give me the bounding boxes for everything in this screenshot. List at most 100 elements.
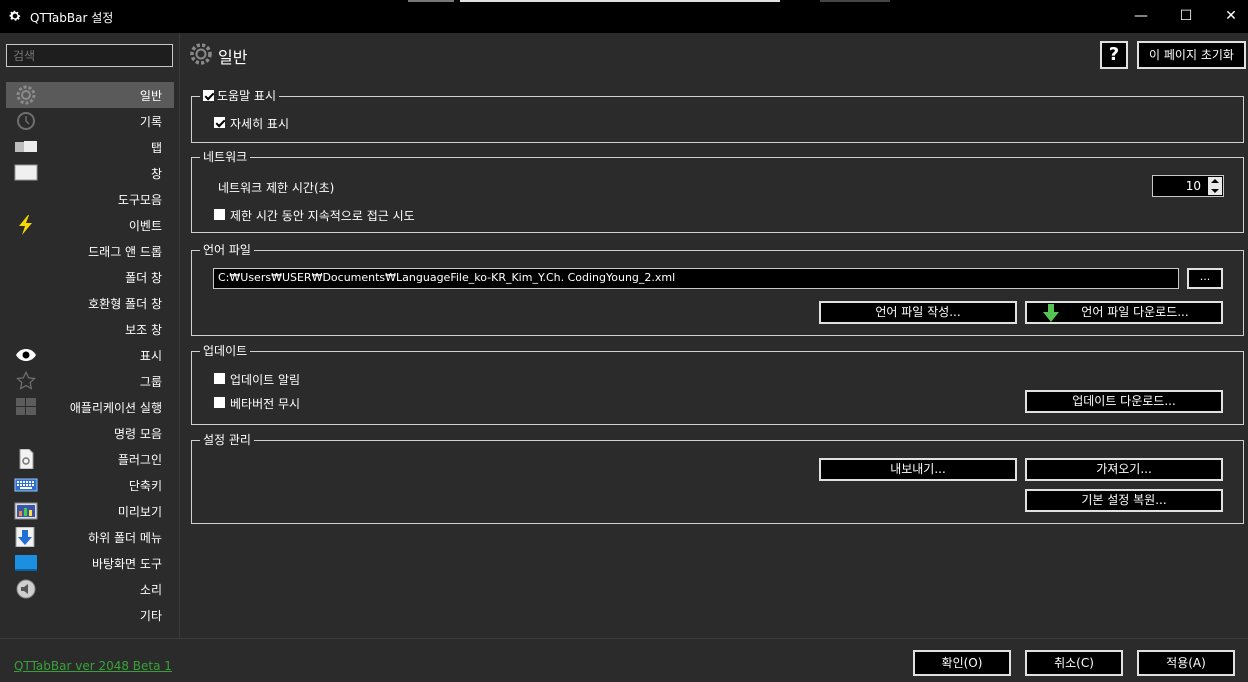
speaker-icon <box>14 579 38 599</box>
cancel-button[interactable]: 취소(C) <box>1025 650 1123 676</box>
language-group-legend: 언어 파일 <box>200 242 254 258</box>
sidebar-item-label: 단축키 <box>128 479 162 493</box>
sidebar-item-preview[interactable]: 미리보기 <box>6 498 174 524</box>
sidebar-item-groups[interactable]: 그룹 <box>6 368 174 394</box>
sidebar-item-label: 폴더 창 <box>125 271 162 285</box>
sidebar-item-tab[interactable]: 탭 <box>6 134 174 160</box>
sidebar-item-desktop-tool[interactable]: 바탕화면 도구 <box>6 550 174 576</box>
sidebar-item-label: 호환형 폴더 창 <box>88 297 162 311</box>
sidebar-item-label: 미리보기 <box>117 505 162 519</box>
page-title: 일반 <box>218 48 248 67</box>
sidebar-item-label: 표시 <box>139 349 162 363</box>
show-detail-label: 자세히 표시 <box>230 117 290 131</box>
sidebar-item-history[interactable]: 기록 <box>6 108 174 134</box>
create-language-file-button[interactable]: 언어 파일 작성... <box>819 301 1017 324</box>
sidebar-item-events[interactable]: 이벤트 <box>6 212 174 238</box>
sidebar-item-label: 드래그 앤 드롭 <box>88 245 162 259</box>
config-group-legend: 설정 관리 <box>200 432 254 448</box>
tab-icon <box>14 137 38 157</box>
sidebar-item-plugins[interactable]: 플러그인 <box>6 446 174 472</box>
update-notify-checkbox[interactable] <box>214 373 225 384</box>
update-group: 업데이트 <box>191 343 1244 425</box>
background-tab-strip <box>408 0 890 2</box>
sidebar-item-shortcuts[interactable]: 단축키 <box>6 472 174 498</box>
sidebar-item-label: 창 <box>150 167 162 181</box>
sidebar-item-label: 바탕화면 도구 <box>91 557 162 571</box>
ok-button[interactable]: 확인(O) <box>913 650 1011 676</box>
sidebar-item-toolbar[interactable]: 도구모음 <box>6 186 174 212</box>
retry-checkbox[interactable] <box>214 209 225 220</box>
download-language-file-button[interactable]: 언어 파일 다운로드... <box>1025 301 1223 324</box>
sidebar-item-compat-folder-view[interactable]: 호환형 폴더 창 <box>6 290 174 316</box>
lightning-icon <box>14 215 38 235</box>
export-button[interactable]: 내보내기... <box>819 458 1017 481</box>
sidebar-item-drag-drop[interactable]: 드래그 앤 드롭 <box>6 238 174 264</box>
sidebar-item-label: 기타 <box>139 609 162 623</box>
preview-icon <box>14 501 38 521</box>
download-arrow-icon <box>14 526 38 548</box>
language-file-path-input[interactable]: C:₩Users₩USER₩Documents₩LanguageFile_ko-… <box>213 268 1179 289</box>
network-timeout-value[interactable]: 10 <box>1186 179 1201 193</box>
sidebar-item-command-bar[interactable]: 명령 모음 <box>6 420 174 446</box>
sidebar-item-label: 하위 폴더 메뉴 <box>88 531 162 545</box>
ignore-beta-label: 베타버전 무시 <box>230 397 301 411</box>
apply-button[interactable]: 적용(A) <box>1137 650 1235 676</box>
maximize-button[interactable]: ☐ <box>1163 0 1209 33</box>
sidebar: 일반 기록 탭 창 도구모음 이벤트 드래그 앤 드롭 폴더 창 호환형 폴더 … <box>0 33 180 638</box>
sidebar-item-app-launcher[interactable]: 애플리케이션 실행 <box>6 394 174 420</box>
close-button[interactable]: ✕ <box>1208 0 1248 33</box>
sidebar-item-misc[interactable]: 기타 <box>6 602 174 628</box>
show-help-label: 도움말 표시 <box>217 89 277 103</box>
sidebar-item-label: 기록 <box>139 115 162 129</box>
gear-icon <box>14 85 38 105</box>
download-language-file-label: 언어 파일 다운로드... <box>1081 305 1189 319</box>
sidebar-nav: 일반 기록 탭 창 도구모음 이벤트 드래그 앤 드롭 폴더 창 호환형 폴더 … <box>6 82 174 628</box>
network-timeout-label: 네트워크 제한 시간(초) <box>218 181 335 195</box>
star-icon <box>14 370 38 391</box>
import-button[interactable]: 가져오기... <box>1025 458 1223 481</box>
sidebar-item-folder-view[interactable]: 폴더 창 <box>6 264 174 290</box>
help-button[interactable]: ? <box>1100 41 1128 69</box>
sidebar-item-sound[interactable]: 소리 <box>6 576 174 602</box>
sidebar-item-label: 명령 모음 <box>114 427 162 441</box>
eye-icon <box>14 345 38 365</box>
update-group-legend: 업데이트 <box>200 343 251 359</box>
spinner-down-icon[interactable] <box>1211 189 1219 193</box>
window-icon <box>14 163 38 183</box>
window-title: QTTabBar 설정 <box>30 11 114 25</box>
sidebar-item-window[interactable]: 창 <box>6 160 174 186</box>
sidebar-item-label: 소리 <box>139 583 162 597</box>
show-help-checkbox[interactable] <box>203 90 214 101</box>
update-download-button[interactable]: 업데이트 다운로드... <box>1025 390 1223 413</box>
title-bar: QTTabBar 설정 — ☐ ✕ <box>0 0 1248 33</box>
sidebar-item-sub-view[interactable]: 보조 창 <box>6 316 174 342</box>
sidebar-item-subfolder-menu[interactable]: 하위 폴더 메뉴 <box>6 524 174 550</box>
retry-label: 제한 시간 동안 지속적으로 접근 시도 <box>230 209 415 223</box>
clock-icon <box>14 111 38 131</box>
update-notify-label: 업데이트 알림 <box>230 373 301 387</box>
help-group-legend: 도움말 표시 <box>200 88 280 104</box>
sidebar-item-label: 이벤트 <box>128 219 162 233</box>
plugin-icon <box>14 448 38 470</box>
spinner-arrows[interactable] <box>1208 177 1222 195</box>
sidebar-item-label: 탭 <box>150 141 162 155</box>
sidebar-item-label: 일반 <box>139 89 162 103</box>
minimize-button[interactable]: — <box>1118 0 1164 33</box>
search-input[interactable] <box>6 44 173 67</box>
green-download-arrow-icon <box>1041 304 1061 322</box>
sidebar-item-label: 그룹 <box>139 375 162 389</box>
sidebar-item-label: 보조 창 <box>125 323 162 337</box>
sidebar-item-label: 도구모음 <box>117 193 162 207</box>
sidebar-item-appearance[interactable]: 표시 <box>6 342 174 368</box>
sidebar-item-general[interactable]: 일반 <box>6 82 174 108</box>
ignore-beta-checkbox[interactable] <box>214 397 225 408</box>
network-timeout-spinner[interactable]: 10 <box>1152 175 1224 197</box>
reset-page-button[interactable]: 이 페이지 초기화 <box>1137 41 1246 69</box>
show-detail-checkbox[interactable] <box>214 117 225 128</box>
version-link[interactable]: QTTabBar ver 2048 Beta 1 <box>14 659 172 673</box>
spinner-up-icon[interactable] <box>1211 179 1219 183</box>
sidebar-item-label: 애플리케이션 실행 <box>69 401 162 415</box>
browse-button[interactable]: ... <box>1187 268 1223 289</box>
footer: QTTabBar ver 2048 Beta 1 확인(O) 취소(C) 적용(… <box>0 638 1248 682</box>
restore-defaults-button[interactable]: 기본 설정 복원... <box>1025 489 1223 512</box>
